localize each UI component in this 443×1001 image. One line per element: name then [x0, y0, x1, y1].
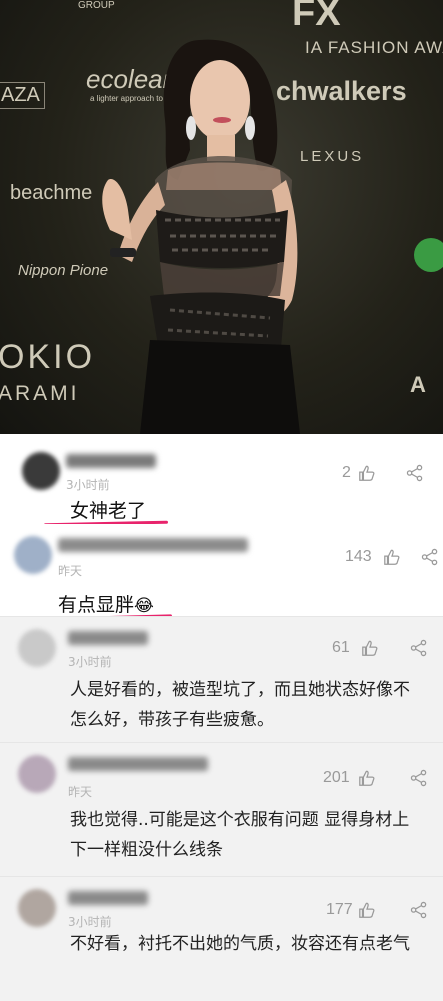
- like-count: 61: [332, 639, 350, 656]
- share-icon[interactable]: [421, 548, 439, 566]
- comment-item: 昨天 143 有点显胖😂: [0, 524, 443, 621]
- comment-time: 昨天: [58, 564, 83, 578]
- like-count: 2: [342, 464, 351, 481]
- thumbs-up-icon[interactable]: [358, 464, 376, 482]
- username-blurred[interactable]: [68, 891, 148, 905]
- comment-time: 昨天: [68, 785, 93, 799]
- username-blurred[interactable]: [68, 631, 148, 645]
- share-icon[interactable]: [410, 639, 428, 657]
- comment-item: 昨天 201 我也觉得..可能是这个衣服有问题 显得身材上下一样粗没什么线条: [0, 742, 443, 877]
- thumbs-up-icon[interactable]: [361, 639, 379, 657]
- thumbs-up-icon[interactable]: [358, 901, 376, 919]
- comment-text: 女神老了: [70, 500, 147, 522]
- comment-time: 3小时前: [68, 915, 112, 929]
- comment-text: 有点显胖😂: [58, 590, 154, 617]
- like-count: 143: [345, 548, 372, 565]
- thumbs-up-icon[interactable]: [358, 769, 376, 787]
- comment-text: 我也觉得..可能是这个衣服有问题 显得身材上下一样粗没什么线条: [70, 810, 410, 860]
- avatar[interactable]: [14, 536, 52, 574]
- share-icon[interactable]: [406, 464, 424, 482]
- comment-item: 3小时前 2 女神老了: [0, 434, 443, 527]
- share-icon[interactable]: [410, 901, 428, 919]
- thumbs-up-icon[interactable]: [383, 548, 401, 566]
- share-icon[interactable]: [410, 769, 428, 787]
- person-figure: [102, 39, 300, 434]
- comment-text-body: 有点显胖: [58, 594, 135, 616]
- event-photo: FX GROUP IA FASHION AWAR ecolean a light…: [0, 0, 443, 434]
- like-count: 177: [326, 901, 353, 918]
- laughing-emoji-icon: 😂: [134, 596, 154, 616]
- username-blurred[interactable]: [68, 757, 208, 771]
- comment-time: 3小时前: [68, 655, 112, 669]
- comment-text: 人是好看的，被造型坑了，而且她状态好像不怎么好，带孩子有些疲惫。: [70, 680, 410, 730]
- avatar[interactable]: [18, 755, 56, 793]
- username-blurred[interactable]: [58, 538, 248, 552]
- comment-text: 不好看，衬托不出她的气质，妆容还有点老气: [70, 934, 410, 954]
- comment-item: 3小时前 61 人是好看的，被造型坑了，而且她状态好像不怎么好，带孩子有些疲惫。: [0, 616, 443, 743]
- avatar[interactable]: [22, 452, 60, 490]
- avatar[interactable]: [18, 629, 56, 667]
- like-count: 201: [323, 769, 350, 786]
- comment-time: 3小时前: [66, 478, 110, 492]
- comment-item: 3小时前 177 不好看，衬托不出她的气质，妆容还有点老气: [0, 876, 443, 1001]
- username-blurred[interactable]: [66, 454, 156, 468]
- avatar[interactable]: [18, 889, 56, 927]
